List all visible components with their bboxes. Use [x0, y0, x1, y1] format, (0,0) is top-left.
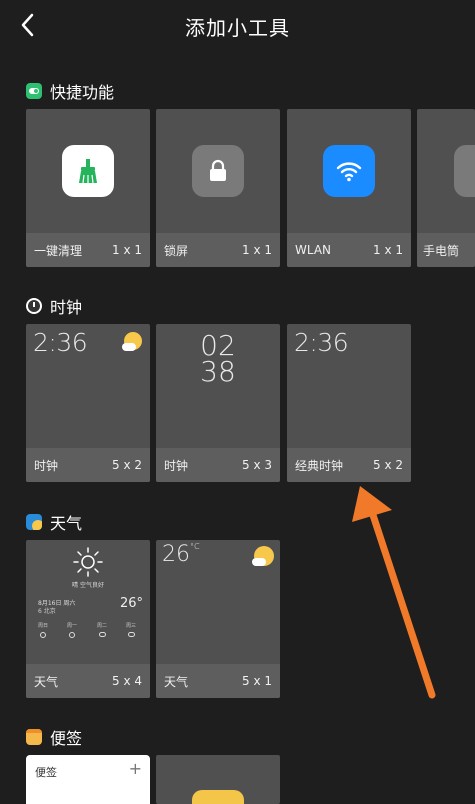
clock-time: 2:36	[294, 328, 349, 357]
widget-label: 经典时钟	[295, 458, 344, 473]
widget-card-wlan[interactable]: WLAN 1 x 1	[287, 109, 411, 267]
widget-size: 5 x 3	[242, 458, 272, 472]
header: 添加小工具	[0, 0, 475, 60]
widget-label: 时钟	[34, 458, 59, 473]
weather-app-icon	[26, 514, 42, 530]
note-title: 便签	[35, 766, 57, 779]
page-title: 添加小工具	[185, 16, 290, 40]
widget-label: WLAN	[295, 243, 332, 257]
forecast-icon	[40, 632, 46, 638]
card-footer: 锁屏 1 x 1	[156, 233, 280, 267]
section-title-weather: 天气	[26, 512, 82, 533]
clock-icon	[26, 298, 42, 314]
weather-desc: 晴 空气良好	[72, 582, 104, 589]
widget-size: 5 x 1	[242, 674, 272, 688]
toggle-icon	[26, 83, 42, 99]
widget-size: 1 x 1	[242, 243, 272, 257]
widget-card-notes-alt[interactable]	[156, 755, 280, 804]
card-footer: 一键清理 1 x 1	[26, 233, 150, 267]
add-note-icon[interactable]: +	[129, 759, 142, 778]
widget-size: 5 x 2	[112, 458, 142, 472]
section-title-notes: 便签	[26, 727, 82, 748]
flashlight-icon	[454, 145, 475, 197]
forecast-icon	[69, 632, 75, 638]
forecast-icon	[99, 632, 106, 637]
section-title-clock: 时钟	[26, 296, 82, 317]
weather-location: 6 北京	[38, 608, 56, 615]
forecast-day: 周三	[126, 623, 137, 629]
broom-icon	[62, 145, 114, 197]
card-footer: 手电筒	[417, 233, 475, 267]
card-footer: 时钟 5 x 3	[156, 448, 280, 482]
clock-time: 2:36	[33, 328, 88, 357]
weather-temp: 26°	[120, 596, 144, 611]
note-preview-icon	[192, 790, 244, 804]
widget-size: 1 x 1	[373, 243, 403, 257]
widget-label: 天气	[34, 674, 59, 689]
widget-label: 手电筒	[423, 243, 460, 258]
widget-card-cleanup[interactable]: 一键清理 1 x 1	[26, 109, 150, 267]
widget-label: 锁屏	[164, 243, 189, 258]
widget-label: 天气	[164, 674, 189, 689]
widget-size: 5 x 4	[112, 674, 142, 688]
card-footer: 时钟 5 x 2	[26, 448, 150, 482]
card-footer: WLAN 1 x 1	[287, 233, 411, 267]
card-footer: 天气 5 x 4	[26, 664, 150, 698]
widget-card-clock-5x2[interactable]: 2:36 时钟 5 x 2	[26, 324, 150, 482]
forecast-day: 周一	[67, 623, 78, 629]
widget-card-clock-5x3[interactable]: 02 38 时钟 5 x 3	[156, 324, 280, 482]
forecast-icon	[128, 632, 135, 637]
forecast-day: 周日	[38, 623, 49, 629]
widget-card-weather-5x4[interactable]: 晴 空气良好 8月16日 周六 6 北京 26° 周日 周一 周二 周三 天气 …	[26, 540, 150, 698]
section-title-quick: 快捷功能	[26, 81, 114, 102]
widget-label: 时钟	[164, 458, 189, 473]
widget-size: 5 x 2	[373, 458, 403, 472]
forecast-day: 周二	[97, 623, 108, 629]
sun-outline-icon	[72, 546, 104, 582]
widget-card-flashlight[interactable]: 手电筒	[417, 109, 475, 267]
clock-minute: 38	[200, 355, 236, 388]
weather-temp: 26°C	[162, 542, 200, 567]
widget-size: 1 x 1	[112, 243, 142, 257]
widget-card-notes[interactable]: 便签 +	[26, 755, 150, 804]
widget-card-lock[interactable]: 锁屏 1 x 1	[156, 109, 280, 267]
notes-app-icon	[26, 729, 42, 745]
widget-card-classic-clock[interactable]: 2:36 经典时钟 5 x 2	[287, 324, 411, 482]
card-footer: 天气 5 x 1	[156, 664, 280, 698]
widget-label: 一键清理	[34, 243, 83, 258]
lock-icon	[192, 145, 244, 197]
card-footer: 经典时钟 5 x 2	[287, 448, 411, 482]
wifi-icon	[323, 145, 375, 197]
widget-card-weather-5x1[interactable]: 26°C 天气 5 x 1	[156, 540, 280, 698]
